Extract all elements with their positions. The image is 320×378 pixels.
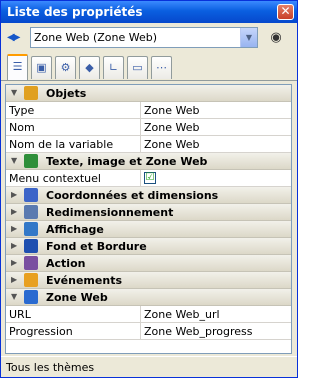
property-row[interactable]: Progression Zone Web_progress: [6, 323, 291, 340]
group-label: Zone Web: [46, 291, 108, 304]
title-bar[interactable]: Liste des propriétés ✕: [1, 1, 297, 23]
collapse-icon[interactable]: ▼: [11, 156, 17, 165]
group-coordonnees[interactable]: ▶ Coordonnées et dimensions: [6, 187, 291, 204]
property-name: Nom de la variable: [9, 138, 114, 151]
property-value[interactable]: Zone Web_url: [144, 308, 220, 321]
tab-more[interactable]: ⋯: [151, 56, 172, 79]
tab-save[interactable]: ▣: [31, 56, 52, 79]
action-icon: [24, 256, 38, 270]
more-icon: ⋯: [156, 61, 167, 74]
status-text[interactable]: Tous les thèmes: [6, 361, 94, 374]
group-label: Coordonnées et dimensions: [46, 189, 219, 202]
status-bar: Tous les thèmes: [1, 356, 297, 377]
property-value[interactable]: Zone Web_progress: [144, 325, 252, 338]
expand-icon[interactable]: ▶: [11, 190, 17, 199]
property-row[interactable]: Nom de la variable Zone Web: [6, 136, 291, 153]
property-name: Menu contextuel: [9, 172, 101, 185]
group-label: Action: [46, 257, 86, 270]
tab-settings[interactable]: ⚙: [55, 56, 76, 79]
monitor-icon: ▭: [132, 61, 143, 74]
group-affichage[interactable]: ▶ Affichage: [6, 221, 291, 238]
close-icon: ✕: [280, 4, 291, 18]
web-icon: [24, 290, 38, 304]
display-icon: [24, 222, 38, 236]
property-value[interactable]: Zone Web: [144, 138, 199, 151]
chevron-down-icon[interactable]: ▼: [240, 28, 257, 47]
property-name: URL: [9, 308, 31, 321]
property-row[interactable]: Type Zone Web: [6, 102, 291, 119]
group-zone-web[interactable]: ▼ Zone Web: [6, 289, 291, 306]
tab-monitor[interactable]: ▭: [127, 56, 148, 79]
menu-contextuel-checkbox[interactable]: ☑: [144, 172, 156, 184]
tab-chart[interactable]: ∟: [103, 56, 124, 79]
property-name: Nom: [9, 121, 35, 134]
chart-icon: ∟: [108, 61, 119, 74]
property-grid: ▼ Objets Type Zone Web Nom Zone Web Nom …: [5, 84, 292, 354]
object-combo[interactable]: Zone Web (Zone Web) ▼: [30, 27, 258, 48]
eye-icon[interactable]: ◉: [265, 30, 287, 46]
close-button[interactable]: ✕: [277, 4, 294, 20]
collapse-icon[interactable]: ▼: [11, 88, 17, 97]
expand-icon[interactable]: ▶: [11, 207, 17, 216]
tab-properties[interactable]: ☰: [7, 54, 28, 80]
object-combo-value: Zone Web (Zone Web): [34, 31, 158, 44]
tab-shapes[interactable]: ◆: [79, 56, 100, 79]
expand-icon[interactable]: ▶: [11, 258, 17, 267]
properties-window: Liste des propriétés ✕ ◀▶ Zone Web (Zone…: [0, 0, 298, 378]
group-evenements[interactable]: ▶ Evénements: [6, 272, 291, 289]
nav-arrows-icon[interactable]: ◀▶: [7, 32, 27, 46]
property-name: Progression: [9, 325, 73, 338]
expand-icon[interactable]: ▶: [11, 241, 17, 250]
object-icon: [24, 86, 38, 100]
group-redimensionnement[interactable]: ▶ Redimensionnement: [6, 204, 291, 221]
property-value[interactable]: Zone Web: [144, 121, 199, 134]
group-objets[interactable]: ▼ Objets: [6, 85, 291, 102]
event-icon: [24, 273, 38, 287]
property-name: Type: [9, 104, 35, 117]
tab-bar: ☰ ▣ ⚙ ◆ ∟ ▭ ⋯: [1, 53, 297, 81]
group-fond-bordure[interactable]: ▶ Fond et Bordure: [6, 238, 291, 255]
object-selector-row: ◀▶ Zone Web (Zone Web) ▼ ◉: [1, 23, 297, 53]
group-label: Texte, image et Zone Web: [46, 155, 208, 168]
group-label: Fond et Bordure: [46, 240, 147, 253]
image-icon: [24, 154, 38, 168]
save-icon: ▣: [36, 61, 47, 74]
expand-icon[interactable]: ▶: [11, 275, 17, 284]
property-row[interactable]: Nom Zone Web: [6, 119, 291, 136]
property-list-icon: ☰: [12, 60, 23, 73]
group-label: Objets: [46, 87, 87, 100]
gear-icon: ⚙: [60, 61, 71, 74]
group-label: Redimensionnement: [46, 206, 174, 219]
expand-icon[interactable]: ▶: [11, 224, 17, 233]
property-value[interactable]: Zone Web: [144, 104, 199, 117]
group-texte-image-zone-web[interactable]: ▼ Texte, image et Zone Web: [6, 153, 291, 170]
property-row[interactable]: URL Zone Web_url: [6, 306, 291, 323]
window-title: Liste des propriétés: [7, 5, 143, 19]
group-label: Evénements: [46, 274, 122, 287]
group-label: Affichage: [46, 223, 104, 236]
move-icon: [24, 188, 38, 202]
resize-icon: [24, 205, 38, 219]
group-action[interactable]: ▶ Action: [6, 255, 291, 272]
collapse-icon[interactable]: ▼: [11, 292, 17, 301]
shapes-icon: ◆: [85, 61, 94, 74]
property-row[interactable]: Menu contextuel ☑: [6, 170, 291, 187]
paint-icon: [24, 239, 38, 253]
